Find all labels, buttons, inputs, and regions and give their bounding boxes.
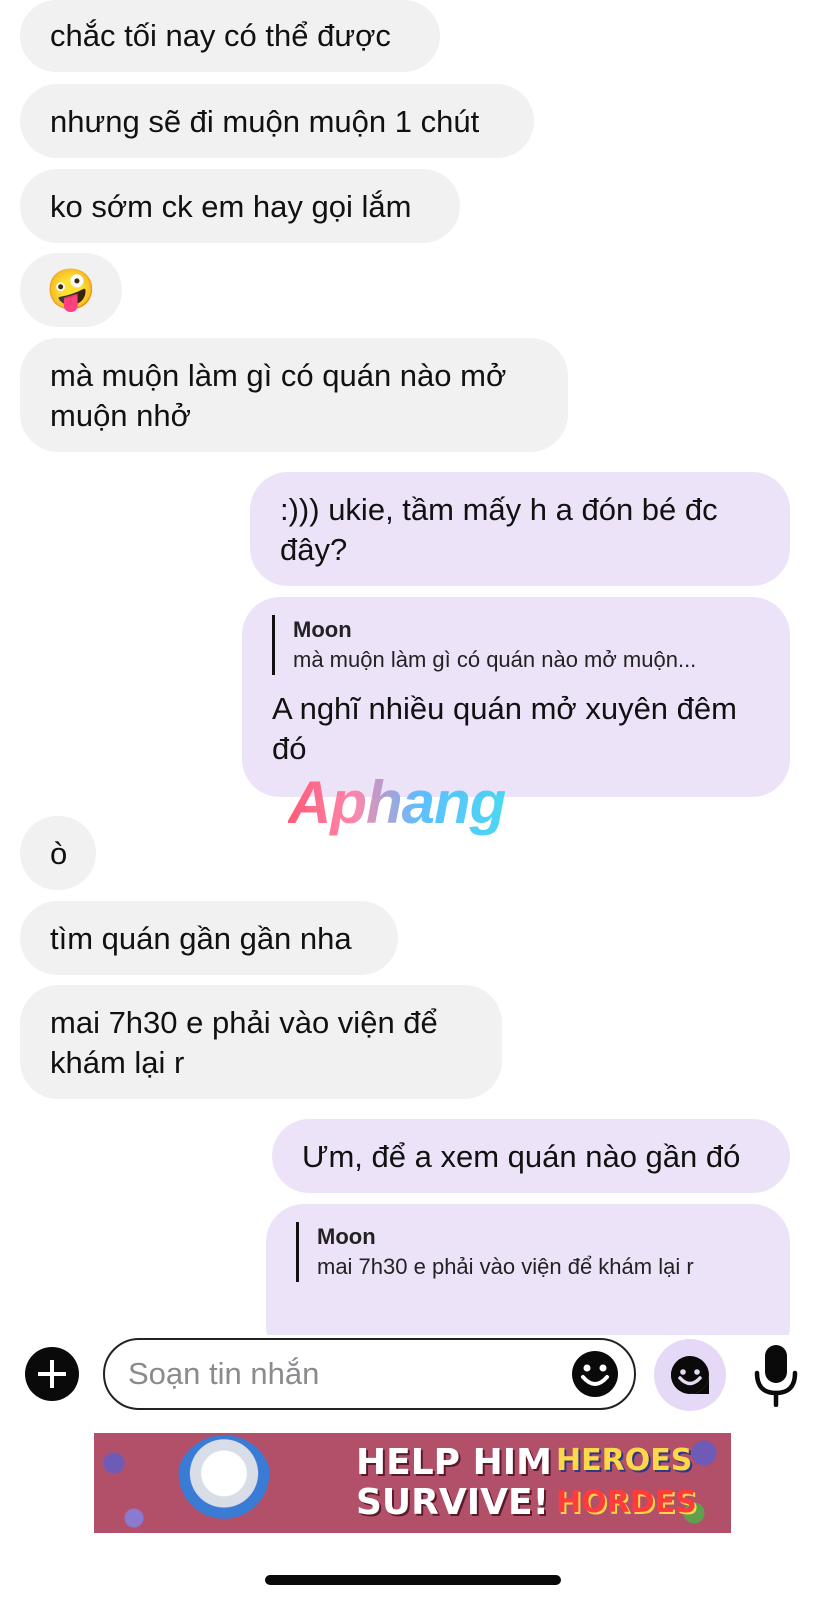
message-incoming[interactable]: nhưng sẽ đi muộn muộn 1 chút <box>20 84 534 158</box>
message-incoming[interactable]: ko sớm ck em hay gọi lắm <box>20 169 460 243</box>
ad-brand-line2: HORDES <box>556 1485 697 1520</box>
home-indicator[interactable] <box>265 1575 561 1585</box>
ad-headline-line2: SURVIVE! <box>356 1482 550 1523</box>
reply-quote[interactable]: Moon mà muộn làm gì có quán nào mở muộn.… <box>272 615 760 675</box>
message-text: ò <box>50 836 68 871</box>
message-text: nhưng sẽ đi muộn muộn 1 chút <box>50 104 480 139</box>
watermark-logo: Aphang <box>288 769 506 836</box>
message-outgoing[interactable]: Ưm, để a xem quán nào gần đó <box>272 1119 790 1193</box>
message-incoming[interactable]: mà muộn làm gì có quán nào mở muộn nhở <box>20 338 568 452</box>
message-incoming[interactable]: chắc tối nay có thể được <box>20 0 440 72</box>
reply-quote-author: Moon <box>293 617 352 642</box>
message-input-placeholder: Soạn tin nhắn <box>128 1356 320 1391</box>
message-composer: Soạn tin nhắn <box>0 1335 826 1415</box>
message-text: mai 7h30 e phải vào viện để khám lại r <box>50 1005 438 1080</box>
microphone-icon[interactable] <box>752 1343 800 1407</box>
message-input[interactable]: Soạn tin nhắn <box>103 1338 636 1410</box>
message-text: :))) ukie, tầm mấy h a đón bé đc đây? <box>280 492 718 567</box>
ad-headline-line1: HELP HIM <box>356 1442 552 1483</box>
message-text: Ưm, để a xem quán nào gần đó <box>302 1139 741 1174</box>
zany-face-emoji: 🤪 <box>46 268 96 312</box>
ad-character-image <box>176 1435 272 1531</box>
message-incoming-emoji[interactable]: 🤪 <box>20 253 122 327</box>
message-text: mà muộn làm gì có quán nào mở muộn nhở <box>50 358 507 433</box>
message-incoming[interactable]: ò <box>20 816 96 890</box>
reply-quote[interactable]: Moon mai 7h30 e phải vào viện để khám lạ… <box>296 1222 760 1282</box>
message-outgoing-reply[interactable]: Moon mai 7h30 e phải vào viện để khám lạ… <box>266 1204 790 1335</box>
reply-quote-text: mà muộn làm gì có quán nào mở muộn... <box>293 647 697 672</box>
sticker-button[interactable] <box>654 1339 726 1411</box>
message-text: A nghĩ nhiều quán mở xuyên đêm đó <box>272 691 737 766</box>
ad-brand-line1: HEROES <box>556 1443 693 1478</box>
ad-banner[interactable]: HELP HIM SURVIVE! HEROES HORDES <box>94 1433 731 1533</box>
message-text: tìm quán gần gần nha <box>50 921 352 956</box>
ad-headline: HELP HIM SURVIVE! <box>356 1443 552 1523</box>
sticker-icon <box>671 1356 709 1394</box>
message-text: ko sớm ck em hay gọi lắm <box>50 189 412 224</box>
conversation-thread[interactable]: chắc tối nay có thể được nhưng sẽ đi muộ… <box>0 0 826 1335</box>
reply-quote-author: Moon <box>317 1224 376 1249</box>
plus-icon[interactable] <box>25 1347 79 1401</box>
emoji-icon[interactable] <box>570 1349 620 1399</box>
reply-quote-text: mai 7h30 e phải vào viện để khám lại r <box>317 1254 694 1279</box>
message-incoming[interactable]: tìm quán gần gần nha <box>20 901 398 975</box>
message-incoming[interactable]: mai 7h30 e phải vào viện để khám lại r <box>20 985 502 1099</box>
message-text: chắc tối nay có thể được <box>50 18 391 53</box>
message-outgoing-reply[interactable]: Moon mà muộn làm gì có quán nào mở muộn.… <box>242 597 790 797</box>
message-outgoing[interactable]: :))) ukie, tầm mấy h a đón bé đc đây? <box>250 472 790 586</box>
